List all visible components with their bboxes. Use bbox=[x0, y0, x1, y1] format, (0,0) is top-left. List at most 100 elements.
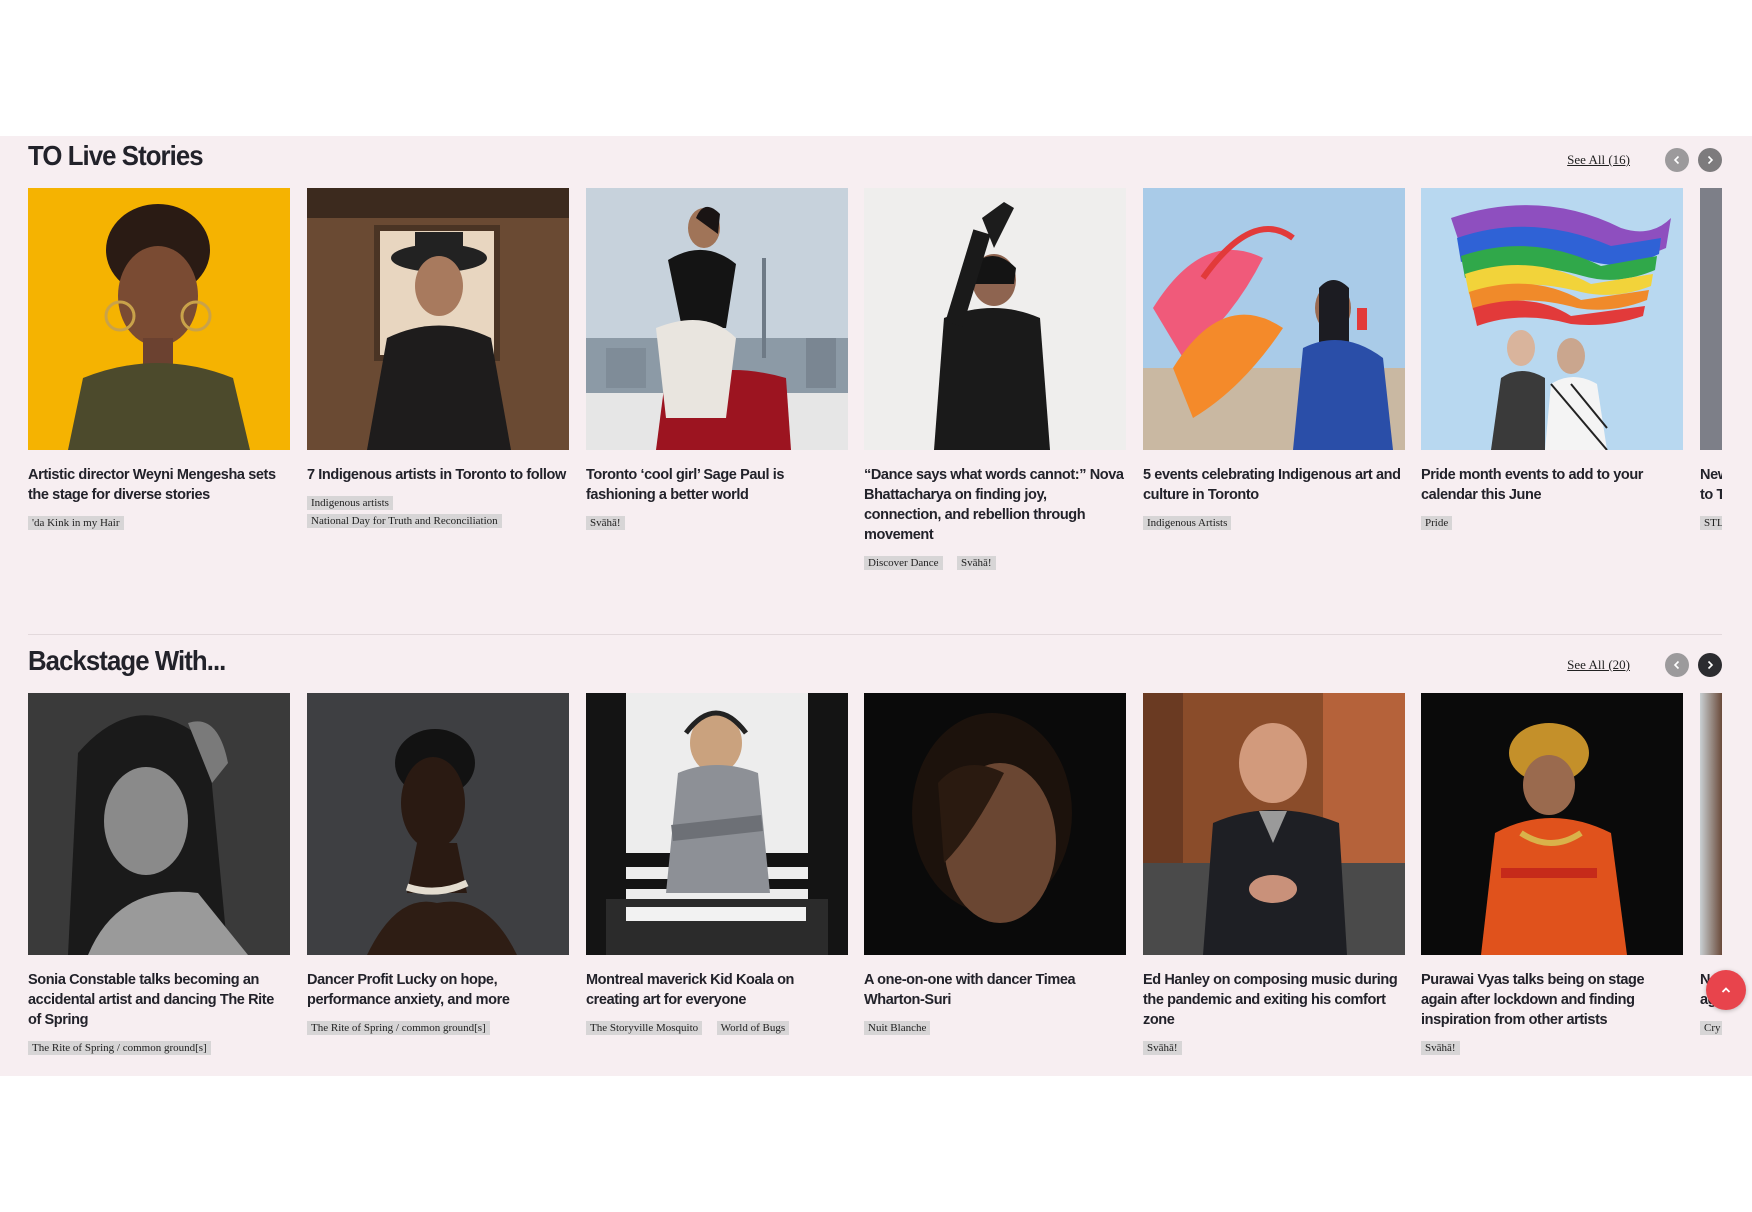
stories-header: TO Live Stories See All (16) bbox=[28, 140, 1728, 180]
story-card[interactable]: “Dance says what words cannot:” Nova Bha… bbox=[864, 188, 1126, 571]
story-title[interactable]: A one-on-one with dancer Timea Wharton-S… bbox=[864, 970, 1126, 1010]
carousel-next-button[interactable] bbox=[1698, 148, 1722, 172]
chevron-left-icon bbox=[1673, 660, 1680, 670]
story-image[interactable] bbox=[1143, 188, 1405, 450]
story-card[interactable]: Toronto ‘cool girl’ Sage Paul is fashion… bbox=[586, 188, 848, 531]
portrait-image bbox=[28, 188, 290, 450]
story-title[interactable]: Dancer Profit Lucky on hope, performance… bbox=[307, 970, 569, 1010]
story-title[interactable]: “Dance says what words cannot:” Nova Bha… bbox=[864, 465, 1126, 545]
tag-list: Pride bbox=[1421, 513, 1683, 531]
portrait-image bbox=[28, 693, 290, 955]
tag[interactable]: Discover Dance bbox=[864, 556, 943, 570]
tag[interactable]: Indigenous artists bbox=[307, 496, 393, 510]
tag-list: Indigenous artists National Day for Trut… bbox=[307, 493, 569, 529]
story-image[interactable] bbox=[864, 693, 1126, 955]
story-card[interactable]: Artistic director Weyni Mengesha sets th… bbox=[28, 188, 290, 531]
story-image[interactable] bbox=[28, 188, 290, 450]
tag[interactable]: The Rite of Spring / common ground[s] bbox=[28, 1041, 211, 1055]
tag[interactable]: Nuit Blanche bbox=[864, 1021, 931, 1035]
carousel-prev-button[interactable] bbox=[1665, 653, 1689, 677]
portrait-image bbox=[864, 693, 1126, 955]
tag[interactable]: Svāhā! bbox=[957, 556, 996, 570]
story-card[interactable]: Dancer Profit Lucky on hope, performance… bbox=[307, 693, 569, 1036]
story-title-partial[interactable]: New bbox=[1700, 465, 1722, 485]
story-card[interactable]: A one-on-one with dancer Timea Wharton-S… bbox=[864, 693, 1126, 1036]
see-all-link[interactable]: See All (16) bbox=[1567, 152, 1630, 168]
story-card[interactable]: Pride month events to add to your calend… bbox=[1421, 188, 1683, 531]
story-image[interactable] bbox=[586, 693, 848, 955]
tag[interactable]: The Rite of Spring / common ground[s] bbox=[307, 1021, 490, 1035]
portrait-image bbox=[1421, 188, 1683, 450]
tag[interactable]: Svāhā! bbox=[586, 516, 625, 530]
chevron-up-icon bbox=[1721, 987, 1731, 993]
tag-list: STL bbox=[1700, 513, 1722, 531]
chevron-right-icon bbox=[1707, 660, 1714, 670]
scroll-to-top-button[interactable] bbox=[1706, 970, 1746, 1010]
story-image[interactable] bbox=[586, 188, 848, 450]
story-title-partial[interactable]: to T bbox=[1700, 485, 1722, 505]
story-image[interactable] bbox=[1421, 188, 1683, 450]
story-title[interactable]: 5 events celebrating Indigenous art and … bbox=[1143, 465, 1405, 505]
chevron-left-icon bbox=[1673, 155, 1680, 165]
tag[interactable]: 'da Kink in my Hair bbox=[28, 516, 124, 530]
carousel-next-button[interactable] bbox=[1698, 653, 1722, 677]
tag-list: Svāhā! bbox=[1421, 1038, 1683, 1056]
section-divider bbox=[28, 634, 1722, 635]
portrait-image bbox=[307, 188, 569, 450]
story-card[interactable]: 5 events celebrating Indigenous art and … bbox=[1143, 188, 1405, 531]
portrait-image bbox=[864, 188, 1126, 450]
section-title: TO Live Stories bbox=[28, 140, 204, 171]
story-title[interactable]: Purawai Vyas talks being on stage again … bbox=[1421, 970, 1683, 1030]
tag[interactable]: Svāhā! bbox=[1143, 1041, 1182, 1055]
tag[interactable]: STL bbox=[1700, 516, 1722, 530]
chevron-right-icon bbox=[1707, 155, 1714, 165]
story-card[interactable]: Sonia Constable talks becoming an accide… bbox=[28, 693, 290, 1056]
story-image[interactable] bbox=[1700, 693, 1722, 955]
tag[interactable]: Pride bbox=[1421, 516, 1453, 530]
tag[interactable]: World of Bugs bbox=[716, 1021, 790, 1035]
story-image[interactable] bbox=[1143, 693, 1405, 955]
story-image[interactable] bbox=[1700, 188, 1722, 450]
tag-list: The Rite of Spring / common ground[s] bbox=[28, 1038, 290, 1056]
story-image[interactable] bbox=[864, 188, 1126, 450]
portrait-image bbox=[1143, 188, 1405, 450]
tag-list: 'da Kink in my Hair bbox=[28, 513, 290, 531]
story-title[interactable]: 7 Indigenous artists in Toronto to follo… bbox=[307, 465, 569, 485]
tag-list: Indigenous Artists bbox=[1143, 513, 1405, 531]
tag[interactable]: Cry bbox=[1700, 1021, 1722, 1035]
story-image[interactable] bbox=[28, 693, 290, 955]
story-title[interactable]: Pride month events to add to your calend… bbox=[1421, 465, 1683, 505]
tag-list: Discover Dance Svāhā! bbox=[864, 553, 1126, 571]
tag-list: Nuit Blanche bbox=[864, 1018, 1126, 1036]
story-title[interactable]: Ed Hanley on composing music during the … bbox=[1143, 970, 1405, 1030]
see-all-link[interactable]: See All (20) bbox=[1567, 657, 1630, 673]
story-title[interactable]: Toronto ‘cool girl’ Sage Paul is fashion… bbox=[586, 465, 848, 505]
story-card-partial[interactable]: New to T STL bbox=[1700, 188, 1722, 531]
tag[interactable]: Indigenous Artists bbox=[1143, 516, 1232, 530]
story-title[interactable]: Sonia Constable talks becoming an accide… bbox=[28, 970, 290, 1030]
portrait-image bbox=[586, 188, 848, 450]
tag-list: The Rite of Spring / common ground[s] bbox=[307, 1018, 569, 1036]
tag-list: The Storyville Mosquito World of Bugs bbox=[586, 1018, 848, 1036]
tag[interactable]: National Day for Truth and Reconciliatio… bbox=[307, 514, 502, 528]
tag-list: Cry bbox=[1700, 1018, 1722, 1036]
portrait-image bbox=[1143, 693, 1405, 955]
story-image[interactable] bbox=[307, 188, 569, 450]
story-image[interactable] bbox=[1421, 693, 1683, 955]
tag-list: Svāhā! bbox=[1143, 1038, 1405, 1056]
tag-list: Svāhā! bbox=[586, 513, 848, 531]
story-title[interactable]: Artistic director Weyni Mengesha sets th… bbox=[28, 465, 290, 505]
story-image[interactable] bbox=[307, 693, 569, 955]
story-card[interactable]: Ed Hanley on composing music during the … bbox=[1143, 693, 1405, 1056]
tag[interactable]: Svāhā! bbox=[1421, 1041, 1460, 1055]
carousel-prev-button[interactable] bbox=[1665, 148, 1689, 172]
tag[interactable]: The Storyville Mosquito bbox=[586, 1021, 703, 1035]
portrait-image bbox=[1421, 693, 1683, 955]
story-card[interactable]: 7 Indigenous artists in Toronto to follo… bbox=[307, 188, 569, 529]
story-card[interactable]: Montreal maverick Kid Koala on creating … bbox=[586, 693, 848, 1036]
section-title: Backstage With... bbox=[28, 645, 226, 676]
story-card[interactable]: Purawai Vyas talks being on stage again … bbox=[1421, 693, 1683, 1056]
story-title[interactable]: Montreal maverick Kid Koala on creating … bbox=[586, 970, 848, 1010]
backstage-header: Backstage With... See All (20) bbox=[28, 645, 1728, 685]
portrait-image bbox=[307, 693, 569, 955]
